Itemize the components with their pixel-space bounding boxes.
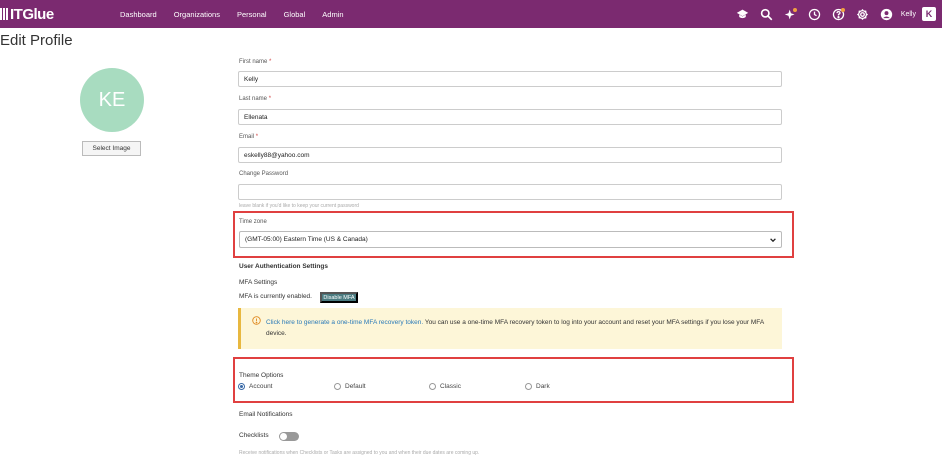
- itglue-logo[interactable]: ITGlue: [0, 5, 54, 23]
- user-icon[interactable]: [875, 0, 899, 28]
- auth-section-title: User Authentication Settings: [239, 263, 328, 270]
- theme-highlight-box: [233, 357, 794, 403]
- nav-personal[interactable]: Personal: [237, 10, 267, 19]
- change-password-label: Change Password: [239, 171, 289, 177]
- password-hint: leave blank if you'd like to keep your c…: [239, 203, 359, 209]
- first-name-field[interactable]: Kelly: [238, 71, 782, 87]
- graduation-cap-icon[interactable]: [731, 0, 755, 28]
- warning-icon: [252, 316, 261, 325]
- nav-global[interactable]: Global: [284, 10, 306, 19]
- logo-mark: [0, 8, 8, 20]
- select-image-button[interactable]: Select Image: [82, 141, 141, 156]
- user-name[interactable]: Kelly: [901, 11, 916, 18]
- checklists-label: Checklists: [239, 432, 269, 439]
- last-name-field[interactable]: Ellenata: [238, 109, 782, 125]
- mfa-recovery-alert: Click here to generate a one-time MFA re…: [238, 308, 782, 349]
- sparkle-icon[interactable]: [779, 0, 803, 28]
- email-label: Email *: [239, 134, 259, 140]
- top-navigation-bar: ITGlue Dashboard Organizations Personal …: [0, 0, 942, 28]
- page-title: Edit Profile: [0, 32, 73, 49]
- checklists-hint: Receive notifications when Checklists or…: [239, 450, 480, 456]
- alert-message: Click here to generate a one-time MFA re…: [266, 317, 776, 339]
- checklists-toggle[interactable]: [279, 432, 299, 441]
- help-notification-dot: [840, 8, 845, 12]
- change-password-field[interactable]: [238, 184, 782, 200]
- help-icon[interactable]: [827, 0, 851, 28]
- nav-dashboard[interactable]: Dashboard: [120, 10, 157, 19]
- last-name-label: Last name *: [239, 96, 272, 102]
- nav-organizations[interactable]: Organizations: [174, 10, 220, 19]
- first-name-label: First name *: [239, 59, 272, 65]
- search-icon[interactable]: [755, 0, 779, 28]
- recovery-token-link[interactable]: Click here to generate a one-time MFA re…: [266, 319, 423, 326]
- gear-icon[interactable]: [851, 0, 875, 28]
- notification-dot: [792, 8, 797, 12]
- kaseya-badge[interactable]: K: [922, 7, 936, 21]
- main-nav: Dashboard Organizations Personal Global …: [120, 0, 344, 28]
- clock-icon[interactable]: [803, 0, 827, 28]
- email-notifications-title: Email Notifications: [239, 411, 293, 418]
- disable-mfa-button[interactable]: Disable MFA: [320, 292, 358, 303]
- nav-admin[interactable]: Admin: [322, 10, 343, 19]
- toolbar-icons: Kelly K: [731, 0, 942, 28]
- email-field[interactable]: eskelly88@yahoo.com: [238, 147, 782, 163]
- mfa-status: MFA is currently enabled.: [239, 293, 312, 300]
- mfa-settings-label: MFA Settings: [239, 279, 278, 286]
- avatar: KE: [80, 68, 144, 132]
- logo-text: ITGlue: [10, 5, 54, 23]
- timezone-highlight-box: [233, 211, 794, 258]
